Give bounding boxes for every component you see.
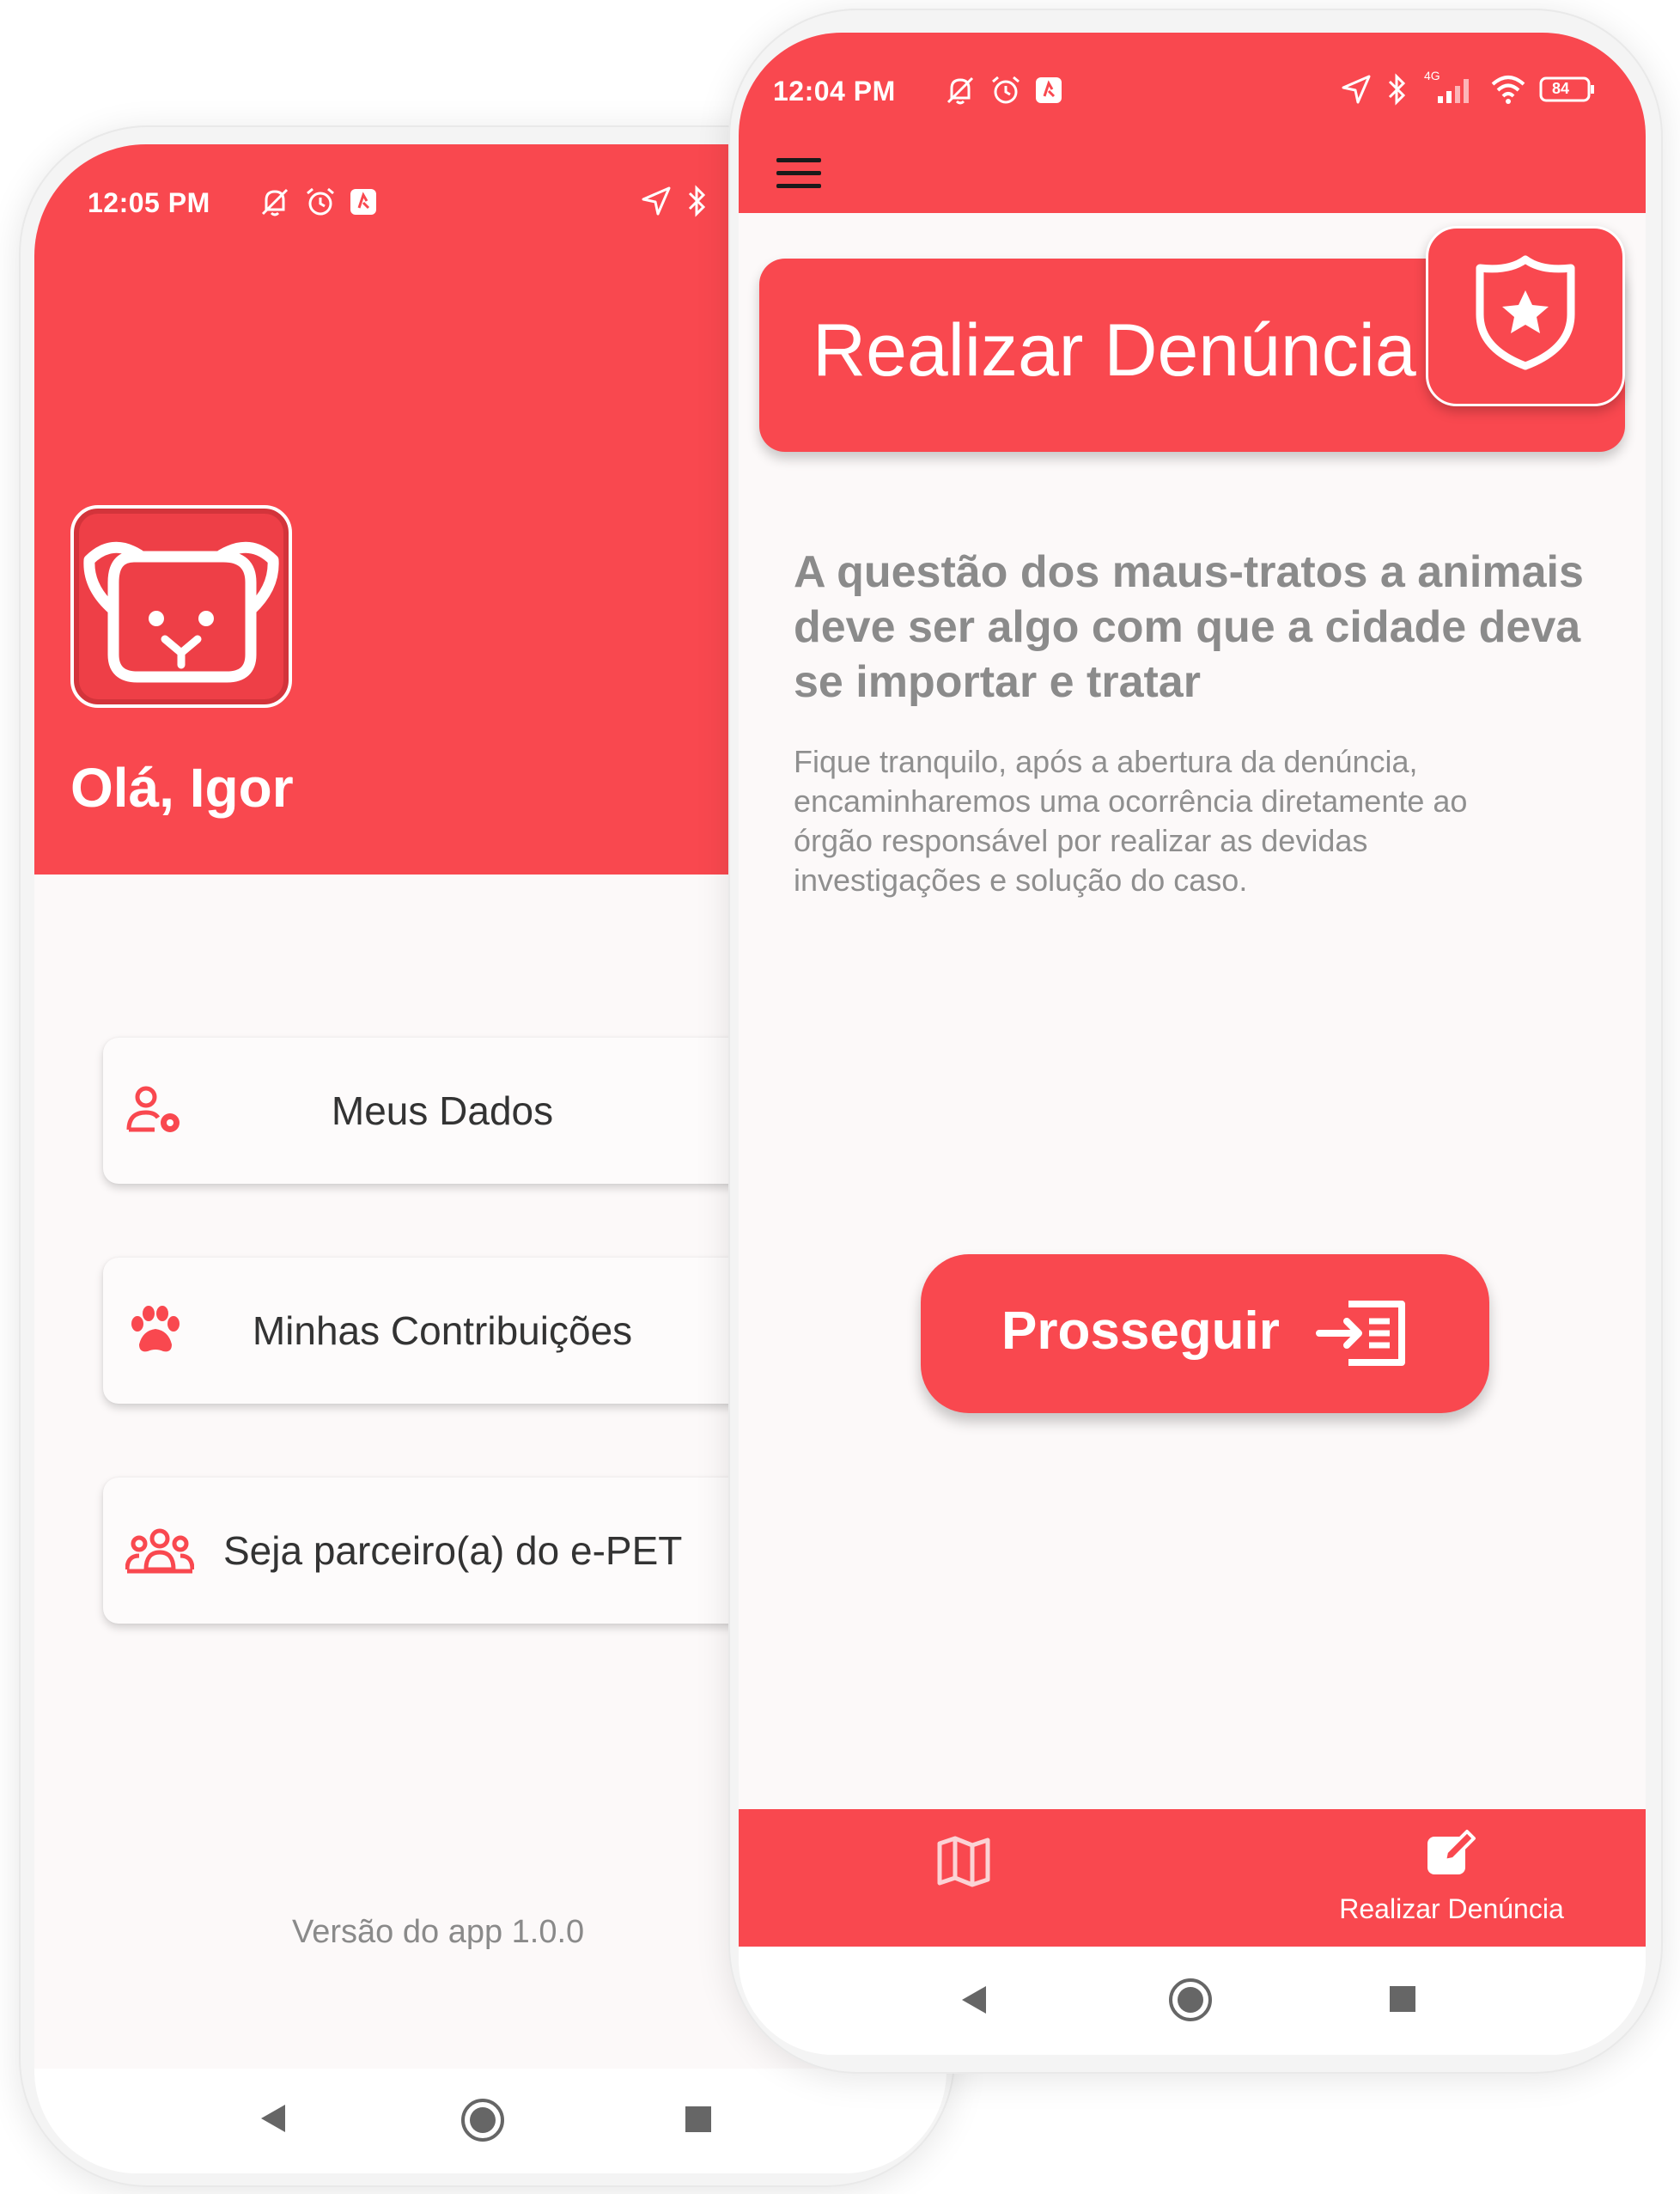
menu-item-label: Seja parceiro(a) do e-PET [223, 1528, 683, 1573]
status-left-icons [258, 186, 378, 218]
menu-item-label: Minhas Contribuições [252, 1308, 633, 1353]
back-icon[interactable] [258, 2101, 289, 2136]
status-right-icons: 4G 84 [1340, 69, 1596, 107]
app-bar: 12:04 PM 4G 84 [739, 33, 1646, 213]
home-icon[interactable] [1168, 1978, 1213, 2022]
users-group-icon [125, 1528, 194, 1574]
status-time: 12:04 PM [773, 76, 896, 107]
bluetooth-icon [1388, 73, 1406, 106]
report-screen: 12:04 PM 4G 84 Realizar Denúncia A quest… [739, 33, 1646, 2055]
sign-in-icon [1316, 1301, 1405, 1366]
location-arrow-icon [642, 186, 671, 216]
recents-icon[interactable] [1388, 1984, 1417, 2014]
status-bar: 12:04 PM 4G 84 [739, 33, 1646, 127]
bottom-nav-map[interactable] [842, 1809, 1082, 1947]
system-nav-bar [739, 1947, 1646, 2055]
edit-icon [1427, 1830, 1476, 1874]
status-right-icons [640, 184, 710, 218]
alarm-icon [307, 187, 334, 216]
back-icon[interactable] [959, 1983, 989, 2017]
battery-level: 84 [1552, 80, 1570, 97]
status-left-icons [943, 74, 1063, 107]
map-icon [937, 1836, 990, 1887]
app-version: Versão do app 1.0.0 [292, 1914, 585, 1950]
police-badge [1426, 226, 1625, 406]
battery-indicator: 84 [1539, 76, 1596, 103]
home-icon[interactable] [460, 2098, 505, 2142]
paw-icon [131, 1306, 180, 1352]
mute-bell-icon [947, 76, 974, 105]
alarm-icon [992, 76, 1020, 104]
bluetooth-icon [688, 185, 706, 217]
status-time: 12:05 PM [88, 187, 210, 218]
location-arrow-icon [1342, 75, 1371, 104]
bottom-nav-report[interactable]: Realizar Denúncia [1271, 1809, 1632, 1947]
dog-face-icon [83, 541, 279, 683]
info-heading: A questão dos maus-tratos a animais deve… [794, 547, 1584, 707]
system-nav-bar [34, 2069, 947, 2173]
app-logo [70, 505, 292, 708]
cell-signal-icon [1438, 79, 1469, 103]
menu-item-label: Meus Dados [331, 1088, 554, 1133]
bottom-nav: Realizar Denúncia [739, 1809, 1646, 1949]
greeting-title: Olá, Igor [70, 757, 294, 819]
proceed-button[interactable]: Prosseguir [921, 1254, 1489, 1413]
bottom-nav-label: Realizar Denúncia [1339, 1893, 1564, 1924]
info-description: Fique tranquilo, após a abertura da denú… [794, 744, 1468, 898]
app-notification-icon [350, 189, 376, 215]
phone-frame-report: 12:04 PM 4G 84 Realizar Denúncia A quest… [728, 9, 1663, 2074]
menu-hamburger-icon[interactable] [776, 158, 821, 191]
wifi-icon [1491, 76, 1525, 104]
app-notification-icon [1036, 77, 1062, 103]
cell-signal: 4G [1422, 69, 1477, 107]
proceed-button-label: Prosseguir [1001, 1301, 1280, 1361]
police-badge-icon [1476, 255, 1575, 370]
mute-bell-icon [261, 188, 289, 216]
recents-icon[interactable] [684, 2105, 713, 2134]
user-gear-icon [126, 1086, 180, 1132]
page-title: Realizar Denúncia [813, 309, 1416, 392]
